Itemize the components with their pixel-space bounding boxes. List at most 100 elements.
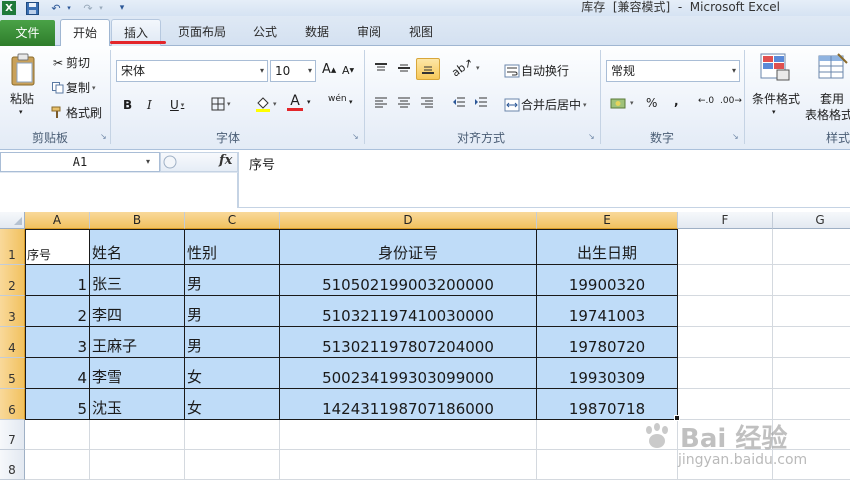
table-cell[interactable]: 女 (185, 389, 280, 420)
table-cell[interactable]: 513021197807204000 (280, 327, 537, 358)
bold-button[interactable]: B (123, 98, 132, 112)
font-name-combo[interactable]: 宋体 ▾ (116, 60, 268, 82)
wrap-text-button[interactable]: 自动换行 (503, 62, 569, 79)
alignment-dialog-launcher-icon[interactable]: ↘ (588, 133, 596, 141)
table-cell[interactable]: 19930309 (537, 358, 678, 389)
row-header-2[interactable]: 2 (0, 265, 25, 296)
paste-icon[interactable] (8, 52, 38, 88)
column-header-b[interactable]: B (90, 212, 185, 229)
tab-home[interactable]: 开始 (60, 19, 110, 47)
table-cell[interactable]: 3 (25, 327, 90, 358)
customize-qat-icon[interactable]: ▾ (116, 1, 128, 15)
align-left-button[interactable] (374, 96, 388, 108)
formula-input[interactable]: 序号 (238, 152, 850, 208)
table-cell[interactable]: 142431198707186000 (280, 389, 537, 420)
row-header-5[interactable]: 5 (0, 358, 25, 389)
row-header-4[interactable]: 4 (0, 327, 25, 358)
merge-center-button[interactable]: 合并后居中 ▾ (503, 96, 587, 113)
percent-button[interactable]: % (646, 96, 657, 110)
decrease-decimal-button[interactable]: .00→ (720, 96, 742, 106)
column-header-c[interactable]: C (185, 212, 280, 229)
table-cell[interactable]: 510502199003200000 (280, 265, 537, 296)
empty-cell[interactable] (773, 358, 850, 389)
redo-dropdown-icon[interactable]: ▾ (96, 1, 106, 15)
row-header-8[interactable]: 8 (0, 450, 25, 480)
empty-cell[interactable] (773, 327, 850, 358)
name-box[interactable]: A1 (0, 152, 160, 172)
conditional-format-dropdown-icon[interactable]: ▾ (772, 108, 776, 116)
paste-button[interactable]: 粘贴 (10, 90, 34, 107)
empty-cell[interactable] (678, 296, 773, 327)
table-cell[interactable]: 19780720 (537, 327, 678, 358)
orientation-dropdown-icon[interactable]: ▾ (476, 64, 480, 72)
empty-cell[interactable] (90, 420, 185, 450)
table-cell[interactable]: 沈玉 (90, 389, 185, 420)
cell-a1[interactable]: 序号 (25, 229, 90, 265)
tab-review[interactable]: 审阅 (344, 19, 394, 46)
clipboard-dialog-launcher-icon[interactable]: ↘ (100, 133, 108, 141)
conditional-format-button[interactable]: 条件格式 (752, 90, 800, 107)
empty-cell[interactable] (280, 420, 537, 450)
empty-cell[interactable] (185, 450, 280, 480)
font-size-combo[interactable]: 10 ▾ (270, 60, 316, 82)
table-cell[interactable]: 张三 (90, 265, 185, 296)
align-top-button[interactable] (374, 62, 388, 74)
decrease-indent-button[interactable] (452, 96, 466, 108)
column-header-a[interactable]: A (25, 212, 90, 229)
underline-button[interactable]: U ▾ (170, 98, 184, 112)
redo-icon[interactable]: ↷ (80, 1, 96, 15)
copy-dropdown-icon[interactable]: ▾ (92, 84, 96, 92)
empty-cell[interactable] (773, 389, 850, 420)
align-center-button[interactable] (397, 96, 411, 108)
table-cell[interactable]: 李雪 (90, 358, 185, 389)
align-bottom-button[interactable] (416, 58, 440, 80)
tab-page-layout[interactable]: 页面布局 (168, 19, 236, 46)
row-header-7[interactable]: 7 (0, 420, 25, 450)
increase-indent-button[interactable] (474, 96, 488, 108)
formula-splitter-handle-icon[interactable] (163, 155, 177, 169)
underline-dropdown-icon[interactable]: ▾ (181, 101, 185, 109)
phonetic-dropdown-icon[interactable]: ▾ (349, 98, 353, 106)
font-size-dropdown-icon[interactable]: ▾ (308, 61, 312, 81)
column-header-e[interactable]: E (537, 212, 678, 229)
phonetic-button[interactable]: wén (328, 95, 347, 104)
column-header-g[interactable]: G (773, 212, 850, 229)
format-painter-button[interactable]: 格式刷 (50, 104, 102, 121)
cell-d1[interactable]: 身份证号 (280, 229, 537, 265)
empty-cell[interactable] (185, 420, 280, 450)
table-cell[interactable]: 19741003 (537, 296, 678, 327)
grow-font-button[interactable]: A ▲ (322, 62, 336, 77)
shrink-font-button[interactable]: A ▼ (342, 64, 354, 77)
tab-data[interactable]: 数据 (292, 19, 342, 46)
empty-cell[interactable] (678, 389, 773, 420)
table-cell[interactable]: 王麻子 (90, 327, 185, 358)
table-cell[interactable]: 5 (25, 389, 90, 420)
column-header-d[interactable]: D (280, 212, 537, 229)
table-cell[interactable]: 19870718 (537, 389, 678, 420)
number-format-combo[interactable]: 常规 ▾ (606, 60, 740, 82)
font-dialog-launcher-icon[interactable]: ↘ (352, 133, 360, 141)
insert-function-icon[interactable]: fx (219, 153, 232, 168)
empty-cell[interactable] (678, 229, 773, 265)
table-format-icon[interactable] (818, 52, 848, 82)
number-dialog-launcher-icon[interactable]: ↘ (732, 133, 740, 141)
font-color-button[interactable]: A (287, 94, 303, 111)
table-format-button[interactable]: 套用 (820, 90, 844, 107)
undo-icon[interactable]: ↶ (48, 1, 64, 15)
table-cell[interactable]: 4 (25, 358, 90, 389)
row-header-6[interactable]: 6 (0, 389, 25, 420)
table-cell[interactable]: 19900320 (537, 265, 678, 296)
font-color-dropdown-icon[interactable]: ▾ (307, 98, 311, 106)
fill-color-dropdown-icon[interactable]: ▾ (273, 100, 277, 108)
table-cell[interactable]: 女 (185, 358, 280, 389)
table-cell[interactable]: 1 (25, 265, 90, 296)
cell-e1[interactable]: 出生日期 (537, 229, 678, 265)
cell-b1[interactable]: 姓名 (90, 229, 185, 265)
align-right-button[interactable] (420, 96, 434, 108)
empty-cell[interactable] (90, 450, 185, 480)
table-format-button-line2[interactable]: 表格格式 (805, 106, 850, 123)
empty-cell[interactable] (773, 296, 850, 327)
undo-dropdown-icon[interactable]: ▾ (64, 1, 74, 15)
borders-dropdown-icon[interactable]: ▾ (227, 100, 231, 108)
table-cell[interactable]: 510321197410030000 (280, 296, 537, 327)
